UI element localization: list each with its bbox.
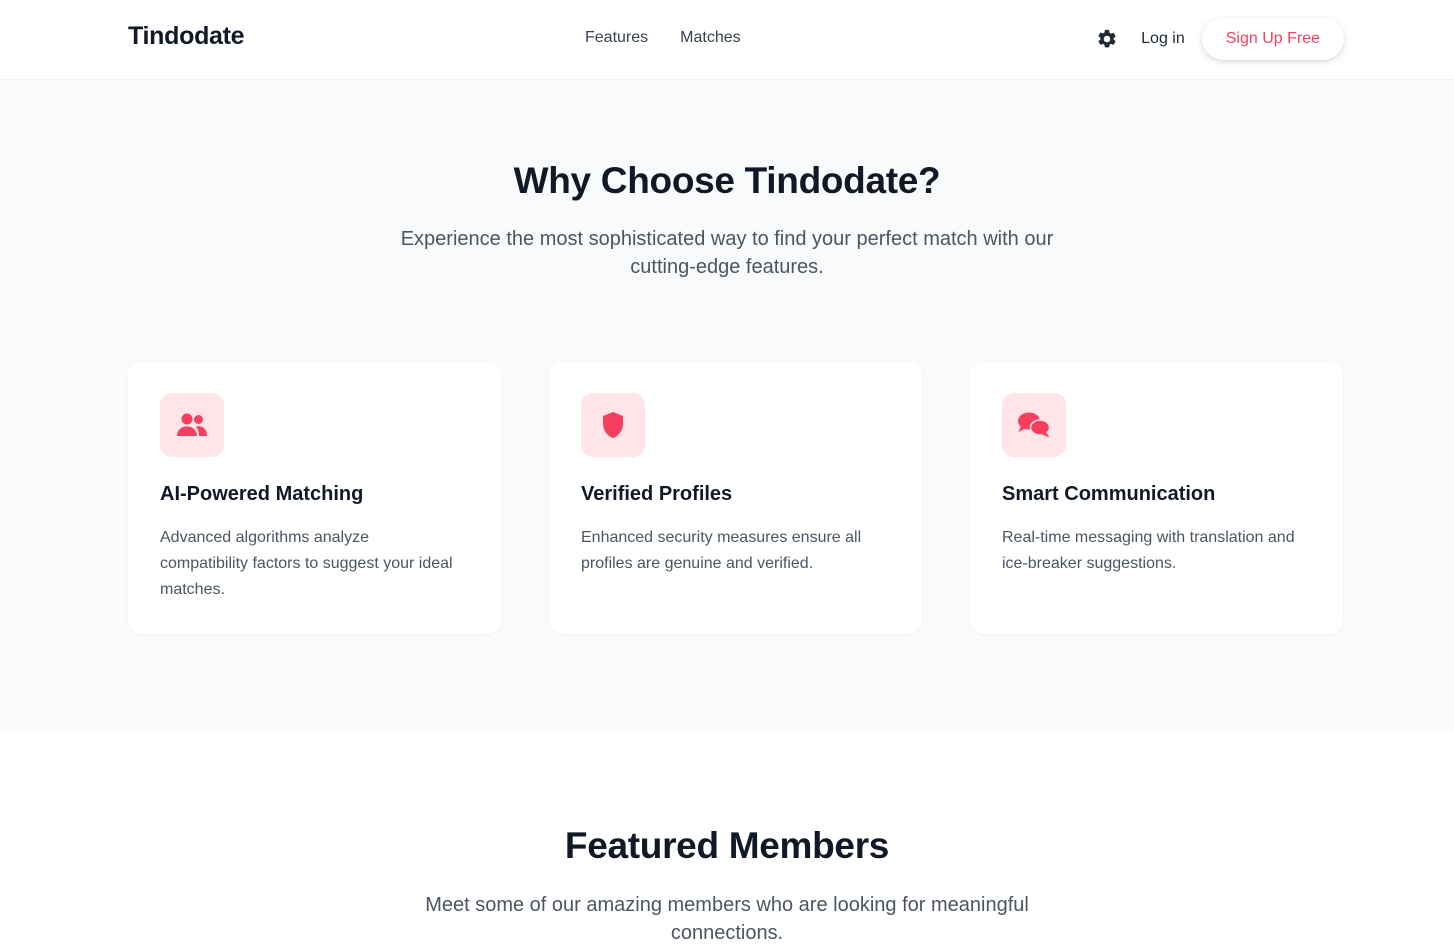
featured-members-section: Featured Members Meet some of our amazin… (0, 731, 1454, 944)
features-section: Why Choose Tindodate? Experience the mos… (0, 80, 1454, 731)
shield-icon (603, 412, 623, 438)
feature-card-description: Enhanced security measures ensure all pr… (581, 529, 862, 572)
users-icon (177, 413, 207, 436)
feature-card-description: Real-time messaging with translation and… (1002, 529, 1295, 572)
nav-link-features[interactable]: Features (585, 29, 648, 47)
header-actions: Log in Sign Up Free (1095, 18, 1344, 60)
feature-card-verified-profiles: Verified Profiles Enhanced security meas… (549, 361, 922, 634)
feature-icon-box (160, 393, 224, 457)
feature-card-title: Verified Profiles (581, 483, 733, 505)
chat-icon (1018, 412, 1051, 438)
signup-button[interactable]: Sign Up Free (1201, 18, 1344, 60)
site-header: Tindodate Features Matches Log in Sign U… (0, 0, 1454, 80)
feature-cards: AI-Powered Matching Advanced algorithms … (128, 361, 1343, 634)
feature-card-ai-matching: AI-Powered Matching Advanced algorithms … (128, 361, 501, 634)
feature-card-title: AI-Powered Matching (160, 483, 364, 505)
features-subtitle: Experience the most sophisticated way to… (400, 228, 1054, 278)
feature-card-description: Advanced algorithms analyze compatibilit… (160, 529, 453, 598)
gear-icon (1098, 29, 1116, 48)
feature-icon-box (1002, 393, 1066, 457)
theme-toggle-button[interactable] (1095, 27, 1119, 51)
brand-logo[interactable]: Tindodate (128, 22, 245, 51)
feature-icon-box (581, 393, 645, 457)
main-nav: Features Matches (585, 29, 741, 47)
feature-card-title: Smart Communication (1002, 483, 1216, 505)
feature-card-smart-communication: Smart Communication Real-time messaging … (970, 361, 1343, 634)
nav-link-matches[interactable]: Matches (680, 29, 740, 47)
features-title: Why Choose Tindodate? (513, 160, 941, 201)
login-link[interactable]: Log in (1141, 30, 1185, 48)
members-title: Featured Members (564, 825, 890, 866)
